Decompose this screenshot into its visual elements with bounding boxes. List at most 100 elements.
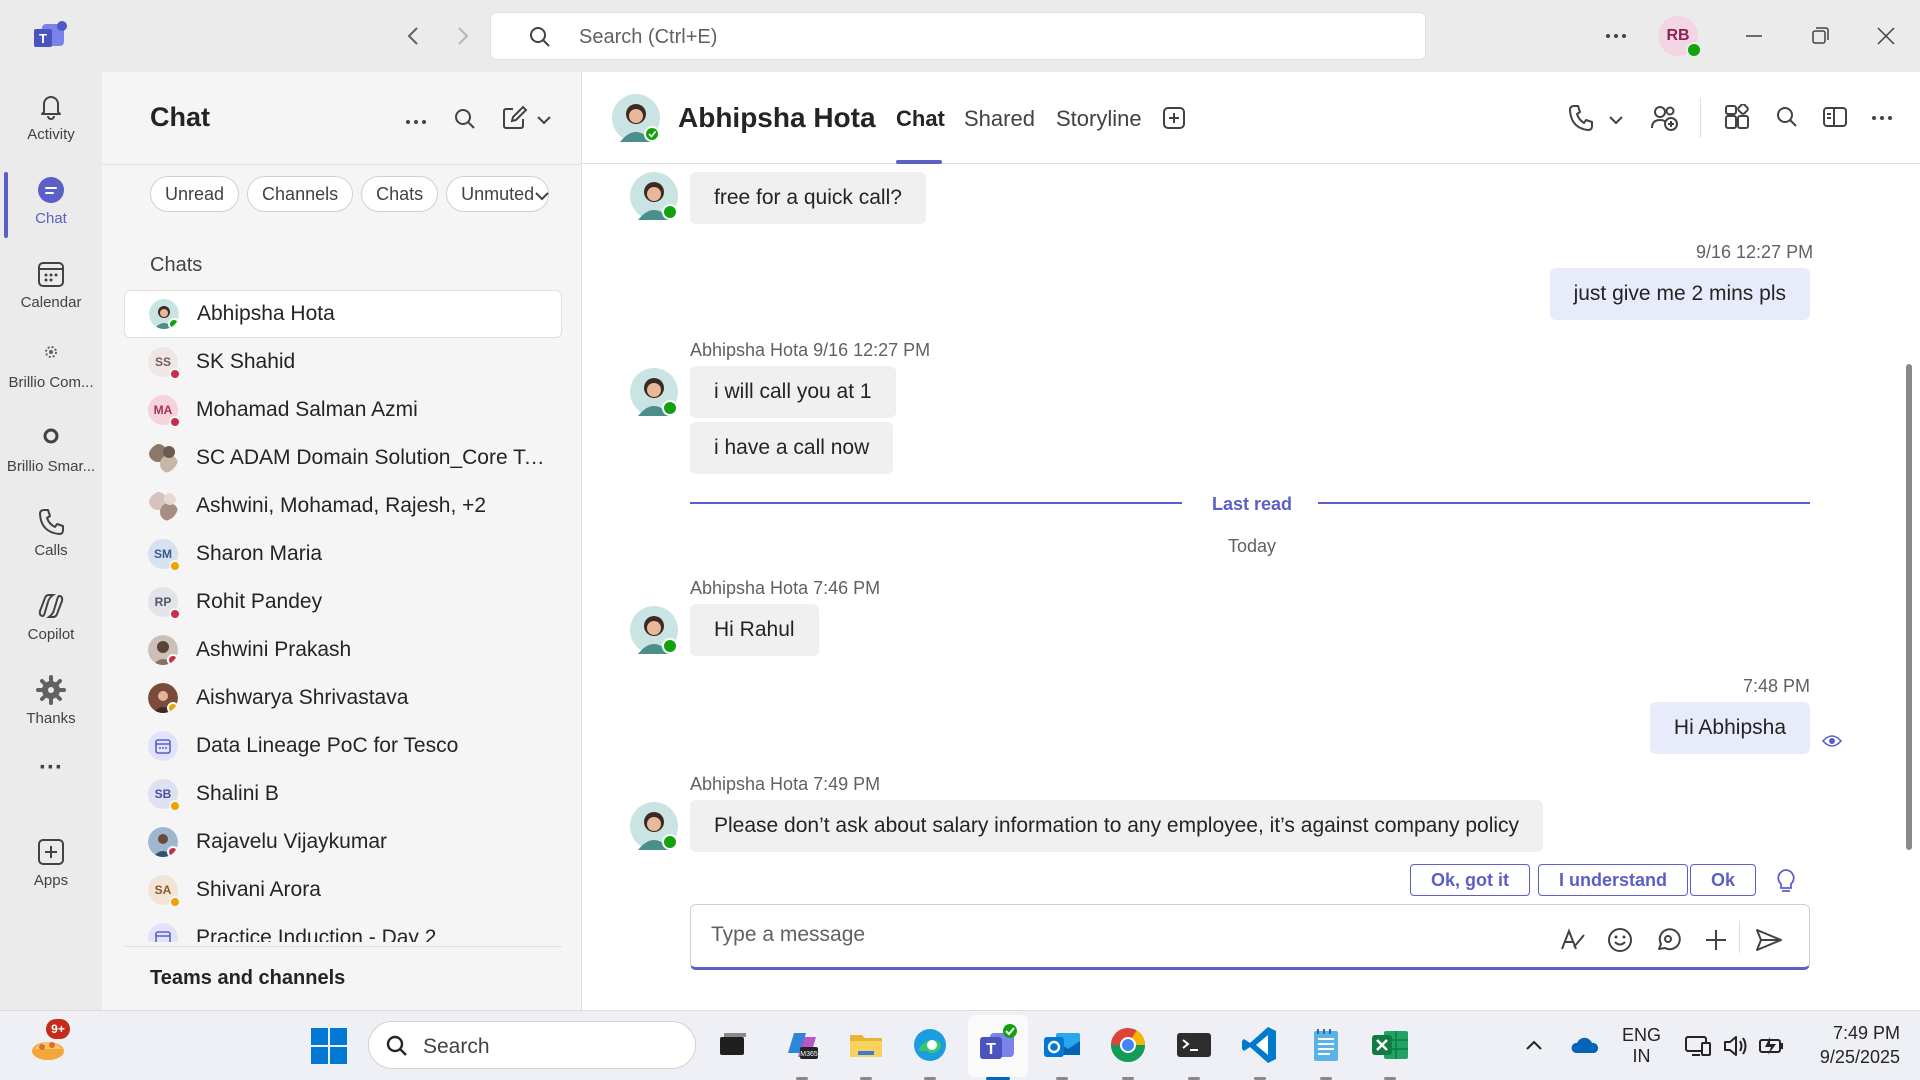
volume-icon[interactable]: [1722, 1033, 1750, 1059]
more-options-icon[interactable]: [404, 110, 428, 134]
chevron-down-icon[interactable]: [534, 110, 554, 130]
chrome-app[interactable]: [1106, 1023, 1150, 1080]
windows-start-icon[interactable]: [310, 1027, 348, 1065]
message-bubble[interactable]: Hi Rahul: [690, 604, 819, 656]
rail-chat[interactable]: Chat: [0, 166, 102, 244]
suggested-reply-ok[interactable]: Ok: [1690, 864, 1757, 896]
vscode-app[interactable]: [1238, 1023, 1282, 1080]
chat-item[interactable]: RP Rohit Pandey: [124, 578, 562, 626]
message-bubble[interactable]: i have a call now: [690, 422, 894, 474]
rail-apps[interactable]: Apps: [0, 828, 102, 906]
message-bubble[interactable]: i will call you at 1: [690, 366, 896, 418]
loop-component-icon[interactable]: [1655, 927, 1681, 953]
outlook-app[interactable]: [1040, 1023, 1084, 1080]
chevron-up-icon[interactable]: [1524, 1037, 1544, 1053]
network-icon[interactable]: [1684, 1033, 1712, 1059]
add-app-icon: [38, 839, 64, 865]
chat-item[interactable]: SA Shivani Arora: [124, 866, 562, 914]
format-icon[interactable]: [1559, 927, 1587, 953]
battery-icon[interactable]: [1758, 1033, 1788, 1059]
chevron-down-icon[interactable]: [1606, 110, 1626, 130]
lightbulb-icon[interactable]: [1776, 868, 1796, 894]
chat-item[interactable]: Aishwarya Shrivastava: [124, 674, 562, 722]
contact-avatar[interactable]: [612, 94, 660, 142]
message-bubble-own[interactable]: just give me 2 mins pls: [1549, 268, 1810, 320]
back-icon[interactable]: [400, 22, 428, 50]
search-box[interactable]: Search (Ctrl+E): [490, 12, 1426, 60]
sender-avatar[interactable]: [630, 802, 678, 850]
chat-item[interactable]: SS SK Shahid: [124, 338, 562, 386]
apps-icon[interactable]: [1724, 104, 1750, 130]
minimize-icon[interactable]: [1740, 22, 1768, 50]
profile-avatar[interactable]: RB: [1658, 16, 1702, 58]
excel-app[interactable]: [1368, 1023, 1412, 1080]
search-icon[interactable]: [452, 106, 478, 132]
close-window-icon[interactable]: [1872, 22, 1900, 50]
chat-item[interactable]: Rajavelu Vijaykumar: [124, 818, 562, 866]
rail-label: Apps: [33, 872, 69, 889]
message-bubble-own[interactable]: Hi Abhipsha: [1649, 702, 1810, 754]
tab-chat[interactable]: Chat: [896, 106, 945, 132]
chat-item[interactable]: Practice Induction - Day 2: [124, 914, 562, 942]
file-explorer-app[interactable]: [844, 1023, 888, 1080]
filter-channels[interactable]: Channels: [247, 176, 354, 212]
filter-unread[interactable]: Unread: [150, 176, 240, 212]
sender-avatar[interactable]: [630, 172, 678, 220]
rail-brillio-smar[interactable]: Brillio Smar...: [0, 414, 102, 492]
chevron-down-icon[interactable]: [532, 186, 552, 206]
message-meta: Abhipsha Hota 7:46 PM: [690, 578, 881, 598]
phone-icon: [39, 509, 64, 535]
m365-app[interactable]: M365: [780, 1023, 824, 1080]
chat-items: Abhipsha Hota SS SK Shahid MA Mohamad Sa…: [124, 290, 562, 942]
more-options-icon[interactable]: [1870, 108, 1894, 128]
rail-brillio-com[interactable]: Brillio Com...: [0, 330, 102, 408]
terminal-app[interactable]: [1172, 1023, 1216, 1080]
suggested-reply-ok-got-it[interactable]: Ok, got it: [1410, 864, 1530, 896]
clock[interactable]: 7:49 PM 9/25/2025: [1800, 1021, 1900, 1069]
scrollbar-thumb[interactable]: [1906, 364, 1912, 850]
message-bubble[interactable]: free for a quick call?: [690, 172, 926, 224]
phone-icon[interactable]: [1568, 104, 1594, 132]
tab-shared[interactable]: Shared: [964, 106, 1035, 132]
side-panel-icon[interactable]: [1822, 104, 1848, 130]
chat-item[interactable]: SC ADAM Domain Solution_Core Tea...: [124, 434, 562, 482]
rail-more-button[interactable]: ···: [0, 754, 102, 790]
input-language[interactable]: ENG IN: [1622, 1025, 1661, 1067]
send-icon[interactable]: [1755, 927, 1783, 953]
add-people-icon[interactable]: [1650, 104, 1680, 132]
onedrive-icon[interactable]: [1570, 1035, 1600, 1055]
message-compose-box[interactable]: Type a message: [690, 904, 1810, 970]
sender-avatar[interactable]: [630, 606, 678, 654]
chat-item[interactable]: Ashwini Prakash: [124, 626, 562, 674]
suggested-reply-i-understand[interactable]: I understand: [1538, 864, 1689, 896]
taskbar-search[interactable]: Search: [368, 1021, 696, 1069]
emoji-icon[interactable]: [1607, 927, 1633, 953]
search-icon[interactable]: [1774, 104, 1800, 130]
chat-item[interactable]: MA Mohamad Salman Azmi: [124, 386, 562, 434]
chat-item[interactable]: Ashwini, Mohamad, Rajesh, +2: [124, 482, 562, 530]
tab-storyline[interactable]: Storyline: [1056, 106, 1142, 132]
add-tab-icon[interactable]: [1162, 106, 1186, 130]
rail-calls[interactable]: Calls: [0, 498, 102, 576]
rail-calendar[interactable]: Calendar: [0, 250, 102, 328]
forward-icon[interactable]: [448, 22, 476, 50]
message-bubble[interactable]: Please don’t ask about salary informatio…: [690, 800, 1544, 852]
edge-app[interactable]: [908, 1023, 952, 1080]
chat-item[interactable]: SB Shalini B: [124, 770, 562, 818]
notepad-app[interactable]: [1304, 1023, 1348, 1080]
rail-thanks[interactable]: Thanks: [0, 666, 102, 744]
add-icon[interactable]: [1703, 927, 1729, 953]
chat-item[interactable]: Data Lineage PoC for Tesco: [124, 722, 562, 770]
teams-app[interactable]: T: [976, 1023, 1020, 1080]
rail-activity[interactable]: Activity: [0, 82, 102, 160]
rail-copilot[interactable]: Copilot: [0, 582, 102, 660]
chat-item[interactable]: Abhipsha Hota: [124, 290, 562, 338]
filter-chats[interactable]: Chats: [361, 176, 439, 212]
sender-avatar[interactable]: [630, 368, 678, 416]
task-view-app[interactable]: [710, 1023, 754, 1067]
restore-icon[interactable]: [1806, 22, 1834, 50]
new-chat-icon[interactable]: [500, 104, 528, 132]
more-options-icon[interactable]: [1604, 24, 1628, 48]
teams-and-channels-heading[interactable]: Teams and channels: [150, 967, 345, 990]
chat-item[interactable]: SM Sharon Maria: [124, 530, 562, 578]
